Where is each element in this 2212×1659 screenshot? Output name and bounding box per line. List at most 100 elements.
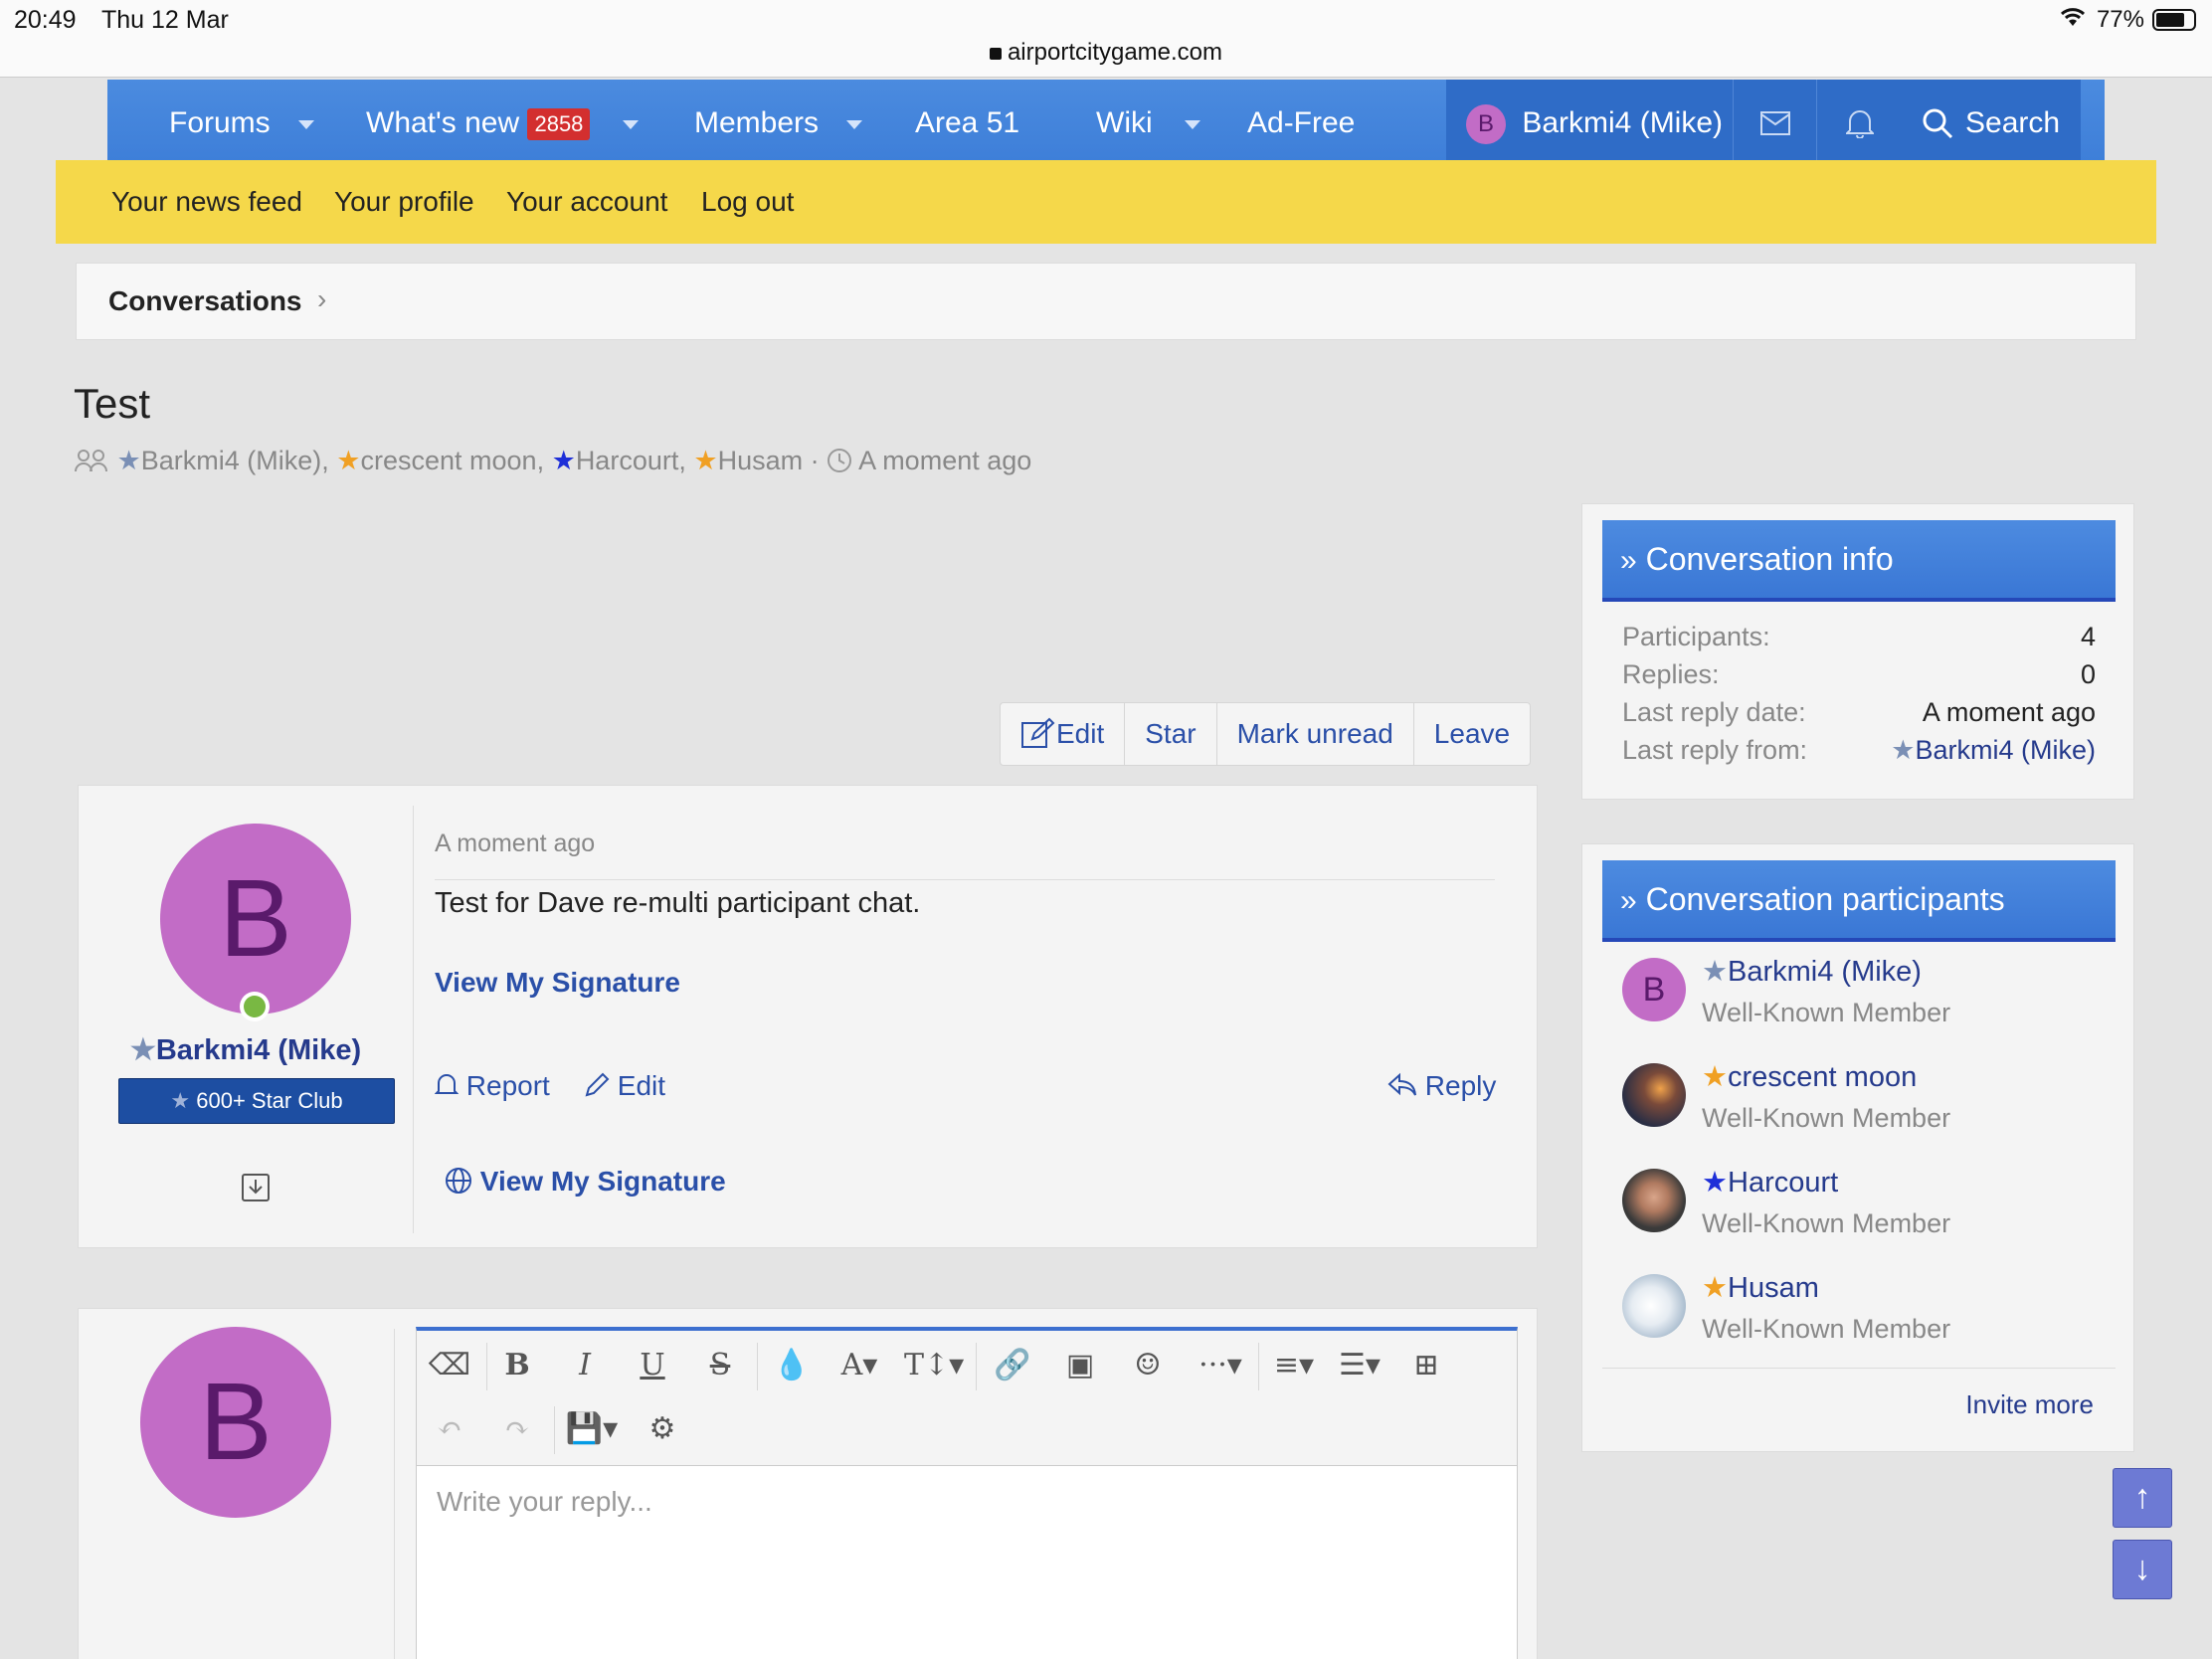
participant-link[interactable]: Harcourt, xyxy=(576,446,686,475)
list-icon[interactable]: ☰▾ xyxy=(1330,1341,1389,1390)
color-drop-icon[interactable]: 💧 xyxy=(767,1341,817,1390)
eraser-icon[interactable]: ⌫ xyxy=(425,1341,474,1390)
expand-icon[interactable] xyxy=(242,1174,270,1201)
nav-members-label: Members xyxy=(694,106,820,139)
sub-nav: Your news feed Your profile Your account… xyxy=(56,160,2156,244)
info-label: Last reply date: xyxy=(1622,697,1806,727)
avatar[interactable]: B xyxy=(1622,958,1686,1021)
font-size-icon[interactable]: T↕▾ xyxy=(904,1341,964,1390)
bell-icon xyxy=(434,1074,460,1094)
nav-search[interactable]: Search xyxy=(1904,80,2081,167)
nav-members[interactable]: Members xyxy=(694,80,863,167)
divider xyxy=(413,806,414,1233)
conversation-meta: ★Barkmi4 (Mike), ★crescent moon, ★Harcou… xyxy=(74,446,1031,476)
participant-link[interactable]: Husam xyxy=(718,446,804,475)
redo-icon[interactable]: ↷ xyxy=(492,1404,542,1454)
subnav-news-feed[interactable]: Your news feed xyxy=(111,160,302,244)
underline-icon[interactable]: U xyxy=(628,1341,677,1390)
italic-icon[interactable]: I xyxy=(560,1341,610,1390)
participant-name[interactable]: ★Harcourt xyxy=(1702,1165,1838,1199)
gear-icon[interactable]: ⚙ xyxy=(638,1404,687,1454)
link-icon[interactable]: 🔗 xyxy=(988,1341,1037,1390)
reply-button[interactable]: Reply xyxy=(1387,1070,1496,1102)
smiley-icon[interactable]: ☺ xyxy=(1123,1341,1173,1390)
conversation-info-heading: » Conversation info xyxy=(1602,520,2116,602)
font-family-icon[interactable]: A▾ xyxy=(834,1341,884,1390)
participants-heading: » Conversation participants xyxy=(1602,860,2116,942)
pencil-icon xyxy=(585,1072,610,1097)
chevron-down-icon[interactable] xyxy=(1185,119,1200,129)
subnav-logout[interactable]: Log out xyxy=(701,160,794,244)
arrow-up-icon: ↑ xyxy=(2133,1478,2151,1516)
online-status-icon xyxy=(240,992,270,1021)
table-icon[interactable]: ⊞ xyxy=(1401,1341,1451,1390)
avatar[interactable]: B xyxy=(160,824,351,1014)
message-edit-button[interactable]: Edit xyxy=(584,1070,665,1102)
edit-button[interactable]: Edit xyxy=(1001,703,1126,765)
edit-icon xyxy=(1021,717,1055,748)
chevron-down-icon[interactable] xyxy=(298,119,315,129)
nav-wiki[interactable]: Wiki xyxy=(1096,80,1200,167)
avatar[interactable] xyxy=(1622,1063,1686,1127)
breadcrumb-conversations[interactable]: Conversations xyxy=(108,285,302,317)
avatar[interactable] xyxy=(1622,1169,1686,1232)
invite-more-link[interactable]: Invite more xyxy=(1965,1389,2094,1420)
save-draft-icon[interactable]: 💾▾ xyxy=(562,1404,622,1454)
avatar[interactable]: B xyxy=(140,1327,331,1518)
info-last-reply-date: Last reply date: A moment ago xyxy=(1622,697,2096,733)
participant-link[interactable]: Barkmi4 (Mike), xyxy=(141,446,329,475)
nav-user[interactable]: B Barkmi4 (Mike) xyxy=(1466,80,1723,167)
star-icon: ★ xyxy=(1702,1272,1728,1304)
star-icon: ★ xyxy=(116,446,141,475)
star-button[interactable]: Star xyxy=(1125,703,1217,765)
align-icon[interactable]: ≡▾ xyxy=(1264,1341,1324,1390)
signature-link-2-label: View My Signature xyxy=(479,1166,726,1197)
undo-icon[interactable]: ↶ xyxy=(425,1404,474,1454)
reply-input[interactable]: Write your reply... xyxy=(437,1486,652,1518)
info-last-reply-from: Last reply from: ★Barkmi4 (Mike) xyxy=(1622,735,2096,771)
report-button[interactable]: Report xyxy=(434,1070,550,1102)
scroll-top-button[interactable]: ↑ xyxy=(2113,1468,2172,1528)
participant-title: Well-Known Member xyxy=(1702,1314,1951,1344)
nav-forums-label: Forums xyxy=(169,106,271,139)
more-icon[interactable]: ···▾ xyxy=(1191,1341,1250,1390)
info-value-link[interactable]: ★Barkmi4 (Mike) xyxy=(1891,735,2096,766)
double-chevron-icon: » xyxy=(1620,544,1637,577)
conversation-info-block: » Conversation info Participants: 4 Repl… xyxy=(1581,503,2134,800)
star-icon: ★ xyxy=(1702,1167,1728,1198)
nav-adfree[interactable]: Ad-Free xyxy=(1247,80,1355,167)
user-banner: ★ 600+ Star Club xyxy=(118,1078,395,1124)
strikethrough-icon[interactable]: S xyxy=(695,1341,745,1390)
participant-name[interactable]: ★Husam xyxy=(1702,1270,1819,1305)
signature-link-2[interactable]: View My Signature xyxy=(445,1166,726,1198)
nav-forums[interactable]: Forums xyxy=(169,80,315,167)
participant-title: Well-Known Member xyxy=(1702,1208,1951,1238)
participant-link[interactable]: crescent moon, xyxy=(360,446,544,475)
leave-button[interactable]: Leave xyxy=(1414,703,1530,765)
address-bar[interactable]: airportcitygame.com xyxy=(0,39,2212,67)
scroll-bottom-button[interactable]: ↓ xyxy=(2113,1540,2172,1599)
subnav-account[interactable]: Your account xyxy=(506,160,667,244)
nav-whats-new[interactable]: What's new 2858 xyxy=(366,80,639,167)
clock-icon xyxy=(828,449,852,472)
inbox-icon[interactable] xyxy=(1733,80,1816,167)
image-icon[interactable]: ▣ xyxy=(1055,1341,1105,1390)
lock-icon xyxy=(989,47,1002,60)
participant-name[interactable]: ★Barkmi4 (Mike) xyxy=(1702,954,1922,989)
message-author[interactable]: ★Barkmi4 (Mike) xyxy=(79,1032,413,1067)
star-icon: ★ xyxy=(129,1034,156,1066)
date: Thu 12 Mar xyxy=(101,6,229,34)
bold-icon[interactable]: B xyxy=(492,1341,542,1390)
nav-area51[interactable]: Area 51 xyxy=(915,80,1019,167)
bell-icon[interactable] xyxy=(1816,80,1900,167)
star-icon: ★ xyxy=(693,446,718,475)
chevron-down-icon[interactable] xyxy=(622,119,639,129)
avatar[interactable] xyxy=(1622,1274,1686,1338)
signature-link[interactable]: View My Signature xyxy=(435,967,680,999)
mark-unread-button[interactable]: Mark unread xyxy=(1217,703,1414,765)
message-time[interactable]: A moment ago xyxy=(435,830,595,858)
subnav-profile[interactable]: Your profile xyxy=(334,160,474,244)
chevron-down-icon[interactable] xyxy=(846,119,863,129)
star-icon: ★ xyxy=(1702,956,1728,988)
participant-name[interactable]: ★crescent moon xyxy=(1702,1059,1917,1094)
